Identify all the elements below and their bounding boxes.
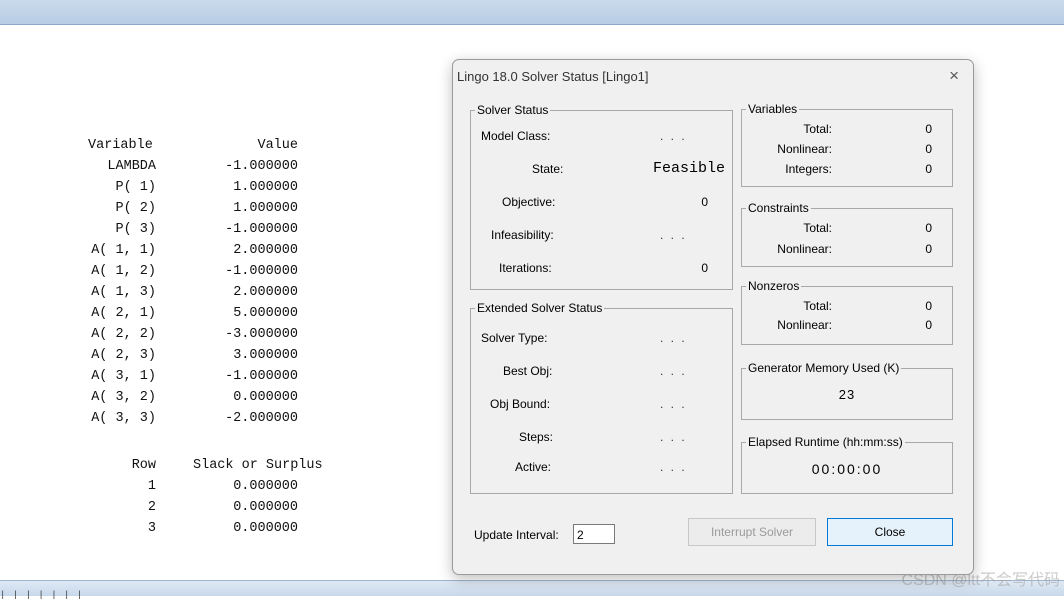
constraints-total-label: Total:: [803, 221, 832, 235]
constraints-nonlinear-value: 0: [925, 242, 932, 256]
steps-label: Steps:: [519, 430, 554, 444]
model-class-label: Model Class:: [481, 129, 551, 143]
extended-status-label: Extended Solver Status: [475, 301, 605, 315]
nonzeros-total-value: 0: [925, 299, 932, 313]
constraints-group: Constraints Total: 0 Nonlinear: 0: [741, 201, 953, 267]
row-number: 1: [147, 479, 156, 494]
variable-value: 5.000000: [233, 306, 298, 321]
variable-name: A( 2, 2): [91, 327, 156, 342]
slack-header: Slack or Surplus: [193, 458, 323, 473]
variable-name: A( 2, 1): [91, 306, 156, 321]
variable-value: 2.000000: [233, 243, 298, 258]
nonzeros-nonlinear-value: 0: [925, 318, 932, 332]
variables-nonlinear-label: Nonlinear:: [777, 142, 832, 156]
variable-name: A( 1, 3): [91, 285, 156, 300]
interrupt-solver-button[interactable]: Interrupt Solver: [688, 518, 816, 546]
variable-name: A( 1, 2): [91, 264, 156, 279]
solver-type-label: Solver Type:: [481, 331, 548, 345]
update-interval-input[interactable]: 2: [573, 524, 615, 544]
runtime-label: Elapsed Runtime (hh:mm:ss): [746, 435, 905, 449]
nonzeros-group: Nonzeros Total: 0 Nonlinear: 0: [741, 279, 953, 345]
nonzeros-label: Nonzeros: [746, 279, 802, 293]
constraints-nonlinear-label: Nonlinear:: [777, 242, 832, 256]
row-number: 2: [147, 500, 156, 515]
constraints-label: Constraints: [746, 201, 811, 215]
variable-value: -1.000000: [225, 159, 298, 174]
variables-total-value: 0: [925, 122, 932, 136]
state-label: State:: [532, 162, 564, 176]
obj-bound-value: . . .: [660, 397, 687, 411]
value-header: Value: [257, 138, 298, 153]
variable-value: -3.000000: [225, 327, 298, 342]
iterations-label: Iterations:: [499, 261, 552, 275]
variables-group: Variables Total: 0 Nonlinear: 0 Integers…: [741, 102, 953, 187]
nonzeros-nonlinear-label: Nonlinear:: [777, 318, 832, 332]
objective-value: 0: [701, 195, 708, 209]
active-value: . . .: [660, 460, 687, 474]
dialog-title: Lingo 18.0 Solver Status [Lingo1]: [457, 69, 649, 84]
slack-value: 0.000000: [233, 479, 298, 494]
variable-value: -1.000000: [225, 369, 298, 384]
solver-status-dialog: Lingo 18.0 Solver Status [Lingo1] × Solv…: [452, 59, 974, 575]
infeasibility-value: . . .: [660, 228, 687, 242]
close-icon[interactable]: ×: [949, 66, 959, 86]
infeasibility-label: Infeasibility:: [491, 228, 554, 242]
row-number: 3: [147, 521, 156, 536]
iterations-value: 0: [701, 261, 708, 275]
variable-name: A( 2, 3): [91, 348, 156, 363]
row-header: Row: [131, 458, 156, 473]
variable-name: P( 2): [115, 201, 156, 216]
best-obj-value: . . .: [660, 364, 687, 378]
solver-type-value: . . .: [660, 331, 687, 345]
variables-total-label: Total:: [803, 122, 832, 136]
nonzeros-total-label: Total:: [803, 299, 832, 313]
solver-status-label: Solver Status: [475, 103, 551, 117]
variables-integers-value: 0: [925, 162, 932, 176]
update-interval-label: Update Interval:: [474, 528, 559, 542]
best-obj-label: Best Obj:: [503, 364, 553, 378]
variables-label: Variables: [746, 102, 800, 116]
variable-name: A( 3, 3): [91, 411, 156, 426]
variable-name: A( 3, 2): [91, 390, 156, 405]
state-value: Feasible: [652, 160, 725, 177]
variable-name: P( 3): [115, 222, 156, 237]
variable-value: 2.000000: [233, 285, 298, 300]
runtime-value: 00:00:00: [811, 461, 883, 477]
runtime-group: Elapsed Runtime (hh:mm:ss) 00:00:00: [741, 435, 953, 494]
variables-nonlinear-value: 0: [925, 142, 932, 156]
slack-value: 0.000000: [233, 500, 298, 515]
variable-name: A( 1, 1): [91, 243, 156, 258]
variable-value: -2.000000: [225, 411, 298, 426]
slack-value: 0.000000: [233, 521, 298, 536]
memory-value: 23: [838, 387, 856, 402]
variable-value: 3.000000: [233, 348, 298, 363]
variable-header: Variable: [88, 138, 153, 153]
constraints-total-value: 0: [925, 221, 932, 235]
variable-name: A( 3, 1): [91, 369, 156, 384]
status-ticks: | | | | | | |: [0, 590, 84, 600]
model-class-value: . . .: [660, 129, 687, 143]
variable-value: 0.000000: [233, 390, 298, 405]
variable-name: LAMBDA: [107, 159, 156, 174]
variable-value: 1.000000: [233, 180, 298, 195]
variable-value: -1.000000: [225, 222, 298, 237]
solver-status-group: Solver Status Model Class: . . . State: …: [470, 103, 733, 290]
objective-label: Objective:: [502, 195, 556, 209]
steps-value: . . .: [660, 430, 687, 444]
variable-value: 1.000000: [233, 201, 298, 216]
obj-bound-label: Obj Bound:: [490, 397, 551, 411]
memory-group: Generator Memory Used (K) 23: [741, 361, 953, 420]
close-button[interactable]: Close: [827, 518, 953, 546]
variables-integers-label: Integers:: [785, 162, 832, 176]
extended-status-group: Extended Solver Status Solver Type: . . …: [470, 301, 733, 494]
memory-label: Generator Memory Used (K): [746, 361, 902, 375]
solution-report: Variable Value LAMBDA -1.000000 P( 1) 1.000…: [0, 0, 450, 595]
variable-name: P( 1): [115, 180, 156, 195]
active-label: Active:: [515, 460, 552, 474]
variable-value: -1.000000: [225, 264, 298, 279]
